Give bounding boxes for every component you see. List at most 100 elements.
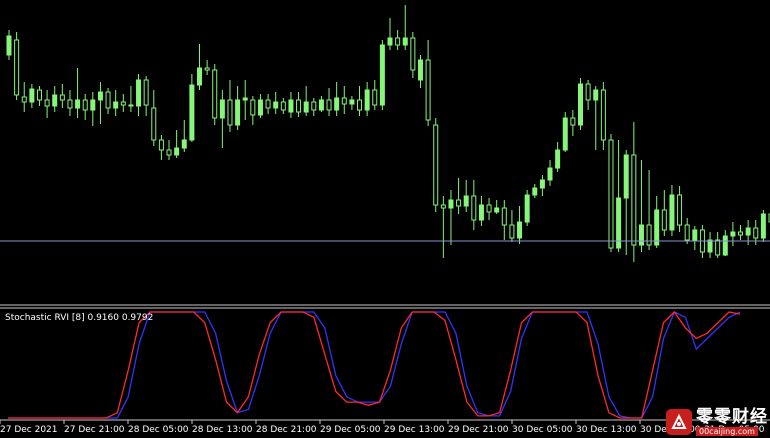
candle-body xyxy=(600,89,606,141)
candle-body xyxy=(52,94,58,107)
time-axis-label: 30 Dec 13:00 xyxy=(576,425,637,435)
candle xyxy=(684,218,690,244)
time-axis-label: 28 Dec 13:00 xyxy=(192,425,253,435)
candle xyxy=(570,110,576,136)
candle-body xyxy=(463,195,469,207)
candle xyxy=(52,86,58,112)
candle-body xyxy=(501,207,507,226)
candle xyxy=(456,178,462,214)
candle-body xyxy=(486,204,492,213)
candle-body xyxy=(181,139,187,149)
candle xyxy=(364,82,370,116)
candle-body xyxy=(532,187,538,196)
candle-body xyxy=(517,221,523,239)
candle xyxy=(97,82,103,124)
candle xyxy=(486,198,492,220)
candle-body xyxy=(585,83,591,101)
chart-window: Stochastic RVI [8] 0.9160 0.9792 27 Dec … xyxy=(0,0,770,438)
candle xyxy=(410,32,416,78)
candle-body xyxy=(136,79,142,107)
candle xyxy=(29,84,35,108)
candle xyxy=(547,160,553,186)
candle-body xyxy=(372,89,378,106)
candle xyxy=(578,78,583,130)
candle-body xyxy=(105,91,111,109)
candle xyxy=(722,230,728,256)
candle-body xyxy=(29,88,35,103)
candle-body xyxy=(349,99,355,105)
candle-body xyxy=(75,99,81,109)
candle xyxy=(524,190,530,226)
candle xyxy=(638,160,644,252)
candle xyxy=(760,210,766,242)
candle-body xyxy=(631,154,637,246)
candle-body xyxy=(570,117,576,126)
candle xyxy=(120,94,126,112)
candle xyxy=(395,30,401,50)
candle-body xyxy=(197,67,202,86)
time-axis-label: 28 Dec 05:00 xyxy=(128,425,189,435)
candle-body xyxy=(166,149,172,156)
candle-body xyxy=(273,101,279,109)
watermark-domain-text: 00caijing.com xyxy=(696,427,758,436)
candle-body xyxy=(661,209,667,231)
candle-body xyxy=(669,194,675,231)
candle-body xyxy=(311,101,317,111)
watermark-chinese-text: 零零财经 xyxy=(696,407,768,427)
candle-body xyxy=(341,97,347,105)
price-panel[interactable] xyxy=(0,0,770,306)
candle-body xyxy=(684,224,690,241)
candle xyxy=(6,30,12,60)
candle xyxy=(242,80,248,120)
candle xyxy=(677,186,683,232)
candle-body xyxy=(745,227,751,236)
candle-body xyxy=(562,117,568,151)
candle-body xyxy=(113,101,119,109)
watermark: 零零财经 00caijing.com xyxy=(666,408,768,436)
candle-body xyxy=(638,224,644,246)
candle-body xyxy=(97,91,103,101)
candle-body xyxy=(120,101,126,106)
candle-body xyxy=(364,89,370,111)
candle-body xyxy=(646,224,652,246)
candle-body xyxy=(722,235,728,256)
candle xyxy=(608,134,614,252)
candle xyxy=(105,88,111,114)
candle xyxy=(250,96,256,125)
candle-body xyxy=(235,99,241,126)
candle-body xyxy=(288,99,294,113)
candle xyxy=(654,196,660,248)
candle xyxy=(158,135,164,160)
rvi-main-line xyxy=(8,310,741,419)
candle xyxy=(326,88,332,116)
candle-body xyxy=(730,231,736,237)
candle-body xyxy=(158,139,164,151)
time-axis-label: 27 Dec 2021 xyxy=(0,425,58,435)
candle xyxy=(661,190,667,236)
candle xyxy=(36,86,42,106)
candle xyxy=(440,196,446,258)
candle-body xyxy=(539,179,545,189)
candle xyxy=(334,82,340,116)
candle xyxy=(623,150,629,255)
candle xyxy=(562,112,568,152)
candle xyxy=(372,80,378,110)
candle xyxy=(494,200,500,214)
candle-body xyxy=(593,89,599,101)
candle xyxy=(585,80,591,110)
candle xyxy=(75,68,81,118)
candle-body xyxy=(402,37,408,46)
candle-body xyxy=(212,69,218,119)
candle-body xyxy=(509,224,515,239)
candle-body xyxy=(608,139,614,249)
candle xyxy=(311,98,317,116)
candle xyxy=(212,64,218,125)
time-axis-label: 27 Dec 21:00 xyxy=(64,425,125,435)
candle-body xyxy=(250,99,256,116)
candle-body xyxy=(410,37,416,71)
candle xyxy=(616,140,622,252)
candle-body xyxy=(318,99,324,111)
candle xyxy=(600,82,606,150)
candle-body xyxy=(357,99,363,111)
candle-body xyxy=(189,84,195,141)
